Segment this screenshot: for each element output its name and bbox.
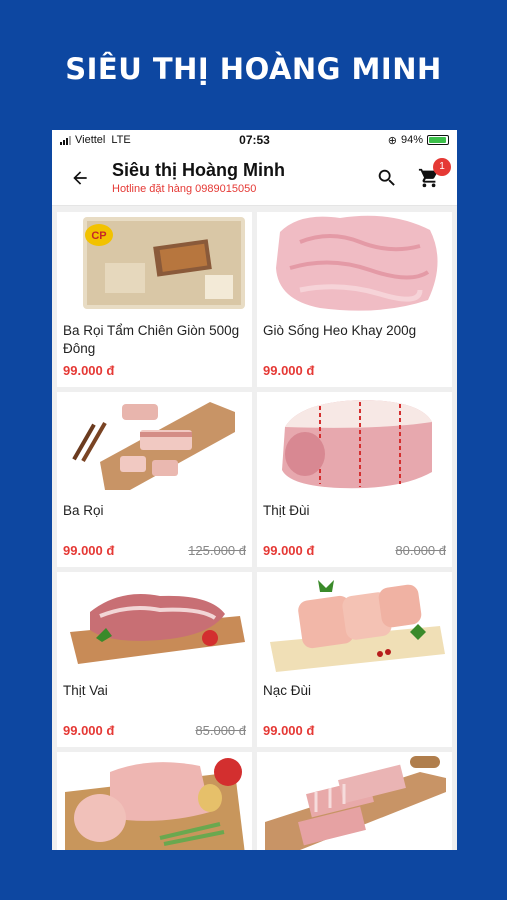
page-title: Siêu thị Hoàng Minh bbox=[112, 160, 285, 180]
product-card[interactable]: Ba Rọi 99.000 đ 125.000 đ bbox=[57, 392, 252, 567]
brand-logo: CP bbox=[91, 230, 106, 242]
product-name: Thịt Vai bbox=[63, 683, 108, 698]
pork-leg-image bbox=[257, 392, 452, 494]
product-card[interactable]: Nạc Đùi 99.000 đ bbox=[257, 572, 452, 747]
product-price: 99.000 đ bbox=[63, 543, 115, 558]
product-card[interactable]: CP Ba Rọi Tẩm Chiên Giòn 500g Đông 99.00… bbox=[57, 212, 252, 387]
product-card[interactable] bbox=[257, 752, 452, 850]
cart-button[interactable]: 1 bbox=[411, 157, 451, 196]
product-name: Ba Rọi bbox=[63, 503, 104, 518]
app-header: Siêu thị Hoàng Minh Hotline đặt hàng 098… bbox=[52, 150, 457, 206]
product-name: Thịt Đùi bbox=[263, 503, 310, 518]
product-name: Ba Rọi Tẩm Chiên Giòn 500g Đông bbox=[63, 323, 240, 356]
search-icon bbox=[378, 169, 395, 186]
product-card[interactable] bbox=[57, 752, 252, 850]
product-price: 99.000 đ bbox=[63, 723, 115, 738]
product-card[interactable]: Thịt Vai 99.000 đ 85.000 đ bbox=[57, 572, 252, 747]
product-card[interactable]: Thịt Đùi 99.000 đ 80.000 đ bbox=[257, 392, 452, 567]
product-price: 99.000 đ bbox=[63, 363, 115, 378]
product-price: 99.000 đ bbox=[263, 723, 315, 738]
search-button[interactable] bbox=[369, 160, 405, 196]
product-price: 99.000 đ bbox=[263, 363, 315, 378]
pork-ribs-image bbox=[257, 752, 452, 850]
pork-shoulder-image bbox=[57, 572, 252, 674]
pork-loin-image bbox=[57, 752, 252, 850]
hotline-text: Hotline đặt hàng 0989015050 bbox=[112, 183, 257, 195]
packaged-pork-belly-image: CP bbox=[57, 212, 252, 314]
product-name: Giò Sống Heo Khay 200g bbox=[263, 323, 417, 338]
product-price: 99.000 đ bbox=[263, 543, 315, 558]
product-grid: CP Ba Rọi Tẩm Chiên Giòn 500g Đông 99.00… bbox=[52, 206, 457, 850]
lean-pork-leg-image bbox=[257, 572, 452, 674]
battery-icon bbox=[427, 135, 449, 145]
pork-paste-image bbox=[257, 212, 452, 314]
status-bar: Viettel LTE 07:53 ⊕ 94% bbox=[52, 130, 457, 150]
product-card[interactable]: Giò Sống Heo Khay 200g 99.000 đ bbox=[257, 212, 452, 387]
promo-banner-title: SIÊU THỊ HOÀNG MINH bbox=[65, 52, 442, 86]
product-old-price: 85.000 đ bbox=[195, 723, 246, 738]
status-time: 07:53 bbox=[239, 133, 270, 147]
phone-screen: Viettel LTE 07:53 ⊕ 94% Siêu thị Hoàng M… bbox=[52, 130, 457, 850]
arrow-left-icon bbox=[73, 170, 87, 185]
product-old-price: 125.000 đ bbox=[188, 543, 246, 558]
pork-belly-image bbox=[57, 392, 252, 494]
back-button[interactable] bbox=[62, 160, 98, 196]
cart-count-badge: 1 bbox=[433, 157, 451, 176]
product-name: Nạc Đùi bbox=[263, 683, 312, 698]
product-old-price: 80.000 đ bbox=[395, 543, 446, 558]
